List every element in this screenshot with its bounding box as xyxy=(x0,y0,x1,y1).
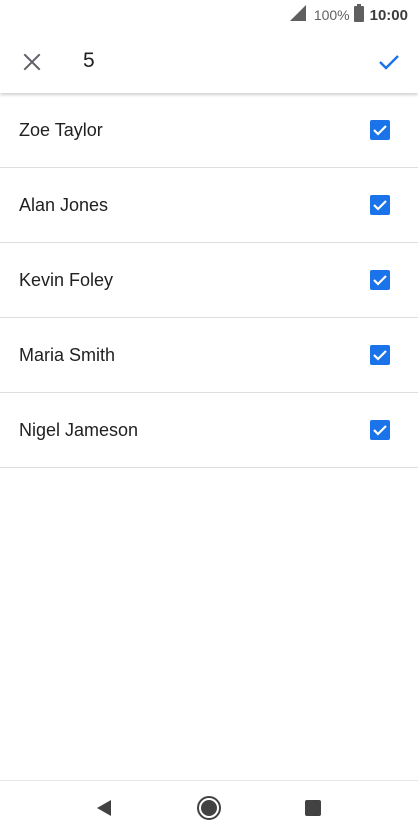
contact-row[interactable]: Nigel Jameson xyxy=(0,393,418,468)
contact-row[interactable]: Alan Jones xyxy=(0,168,418,243)
contact-checkbox[interactable] xyxy=(370,270,390,290)
contact-row[interactable]: Kevin Foley xyxy=(0,243,418,318)
selection-app-bar: 5 xyxy=(0,30,418,93)
recents-icon xyxy=(305,800,321,816)
contact-checkbox[interactable] xyxy=(370,120,390,140)
contact-checkbox[interactable] xyxy=(370,345,390,365)
contact-name: Kevin Foley xyxy=(19,269,114,290)
checkmark-icon xyxy=(373,425,387,436)
battery-percent: 100% xyxy=(313,7,350,23)
contact-name: Alan Jones xyxy=(19,194,109,215)
back-icon xyxy=(97,800,111,816)
close-icon xyxy=(23,53,41,71)
status-time: 10:00 xyxy=(369,6,408,24)
navigation-bar xyxy=(0,780,418,836)
contact-name: Nigel Jameson xyxy=(19,419,139,440)
contact-name: Maria Smith xyxy=(19,344,116,365)
status-bar: 100% 10:00 xyxy=(0,0,418,30)
checkmark-icon xyxy=(373,125,387,136)
checkmark-icon xyxy=(373,200,387,211)
checkmark-icon xyxy=(373,275,387,286)
checkmark-icon xyxy=(373,350,387,361)
signal-icon xyxy=(289,4,306,26)
contact-row[interactable]: Zoe Taylor xyxy=(0,93,418,168)
contact-name: Zoe Taylor xyxy=(19,119,103,140)
contact-checkbox[interactable] xyxy=(370,420,390,440)
selected-count: 5 xyxy=(83,49,95,72)
check-icon xyxy=(379,55,399,70)
contact-selection-screen: 100% 10:00 5 Zoe Taylor Alan Jones Kevin… xyxy=(0,0,418,836)
confirm-button[interactable] xyxy=(370,43,408,81)
battery-icon xyxy=(353,3,364,27)
home-button[interactable] xyxy=(194,793,224,823)
home-icon xyxy=(197,796,221,820)
contact-row[interactable]: Maria Smith xyxy=(0,318,418,393)
recents-button[interactable] xyxy=(298,793,328,823)
close-button[interactable] xyxy=(14,44,50,80)
contact-list: Zoe Taylor Alan Jones Kevin Foley Maria … xyxy=(0,93,418,468)
contact-checkbox[interactable] xyxy=(370,195,390,215)
back-button[interactable] xyxy=(89,793,119,823)
